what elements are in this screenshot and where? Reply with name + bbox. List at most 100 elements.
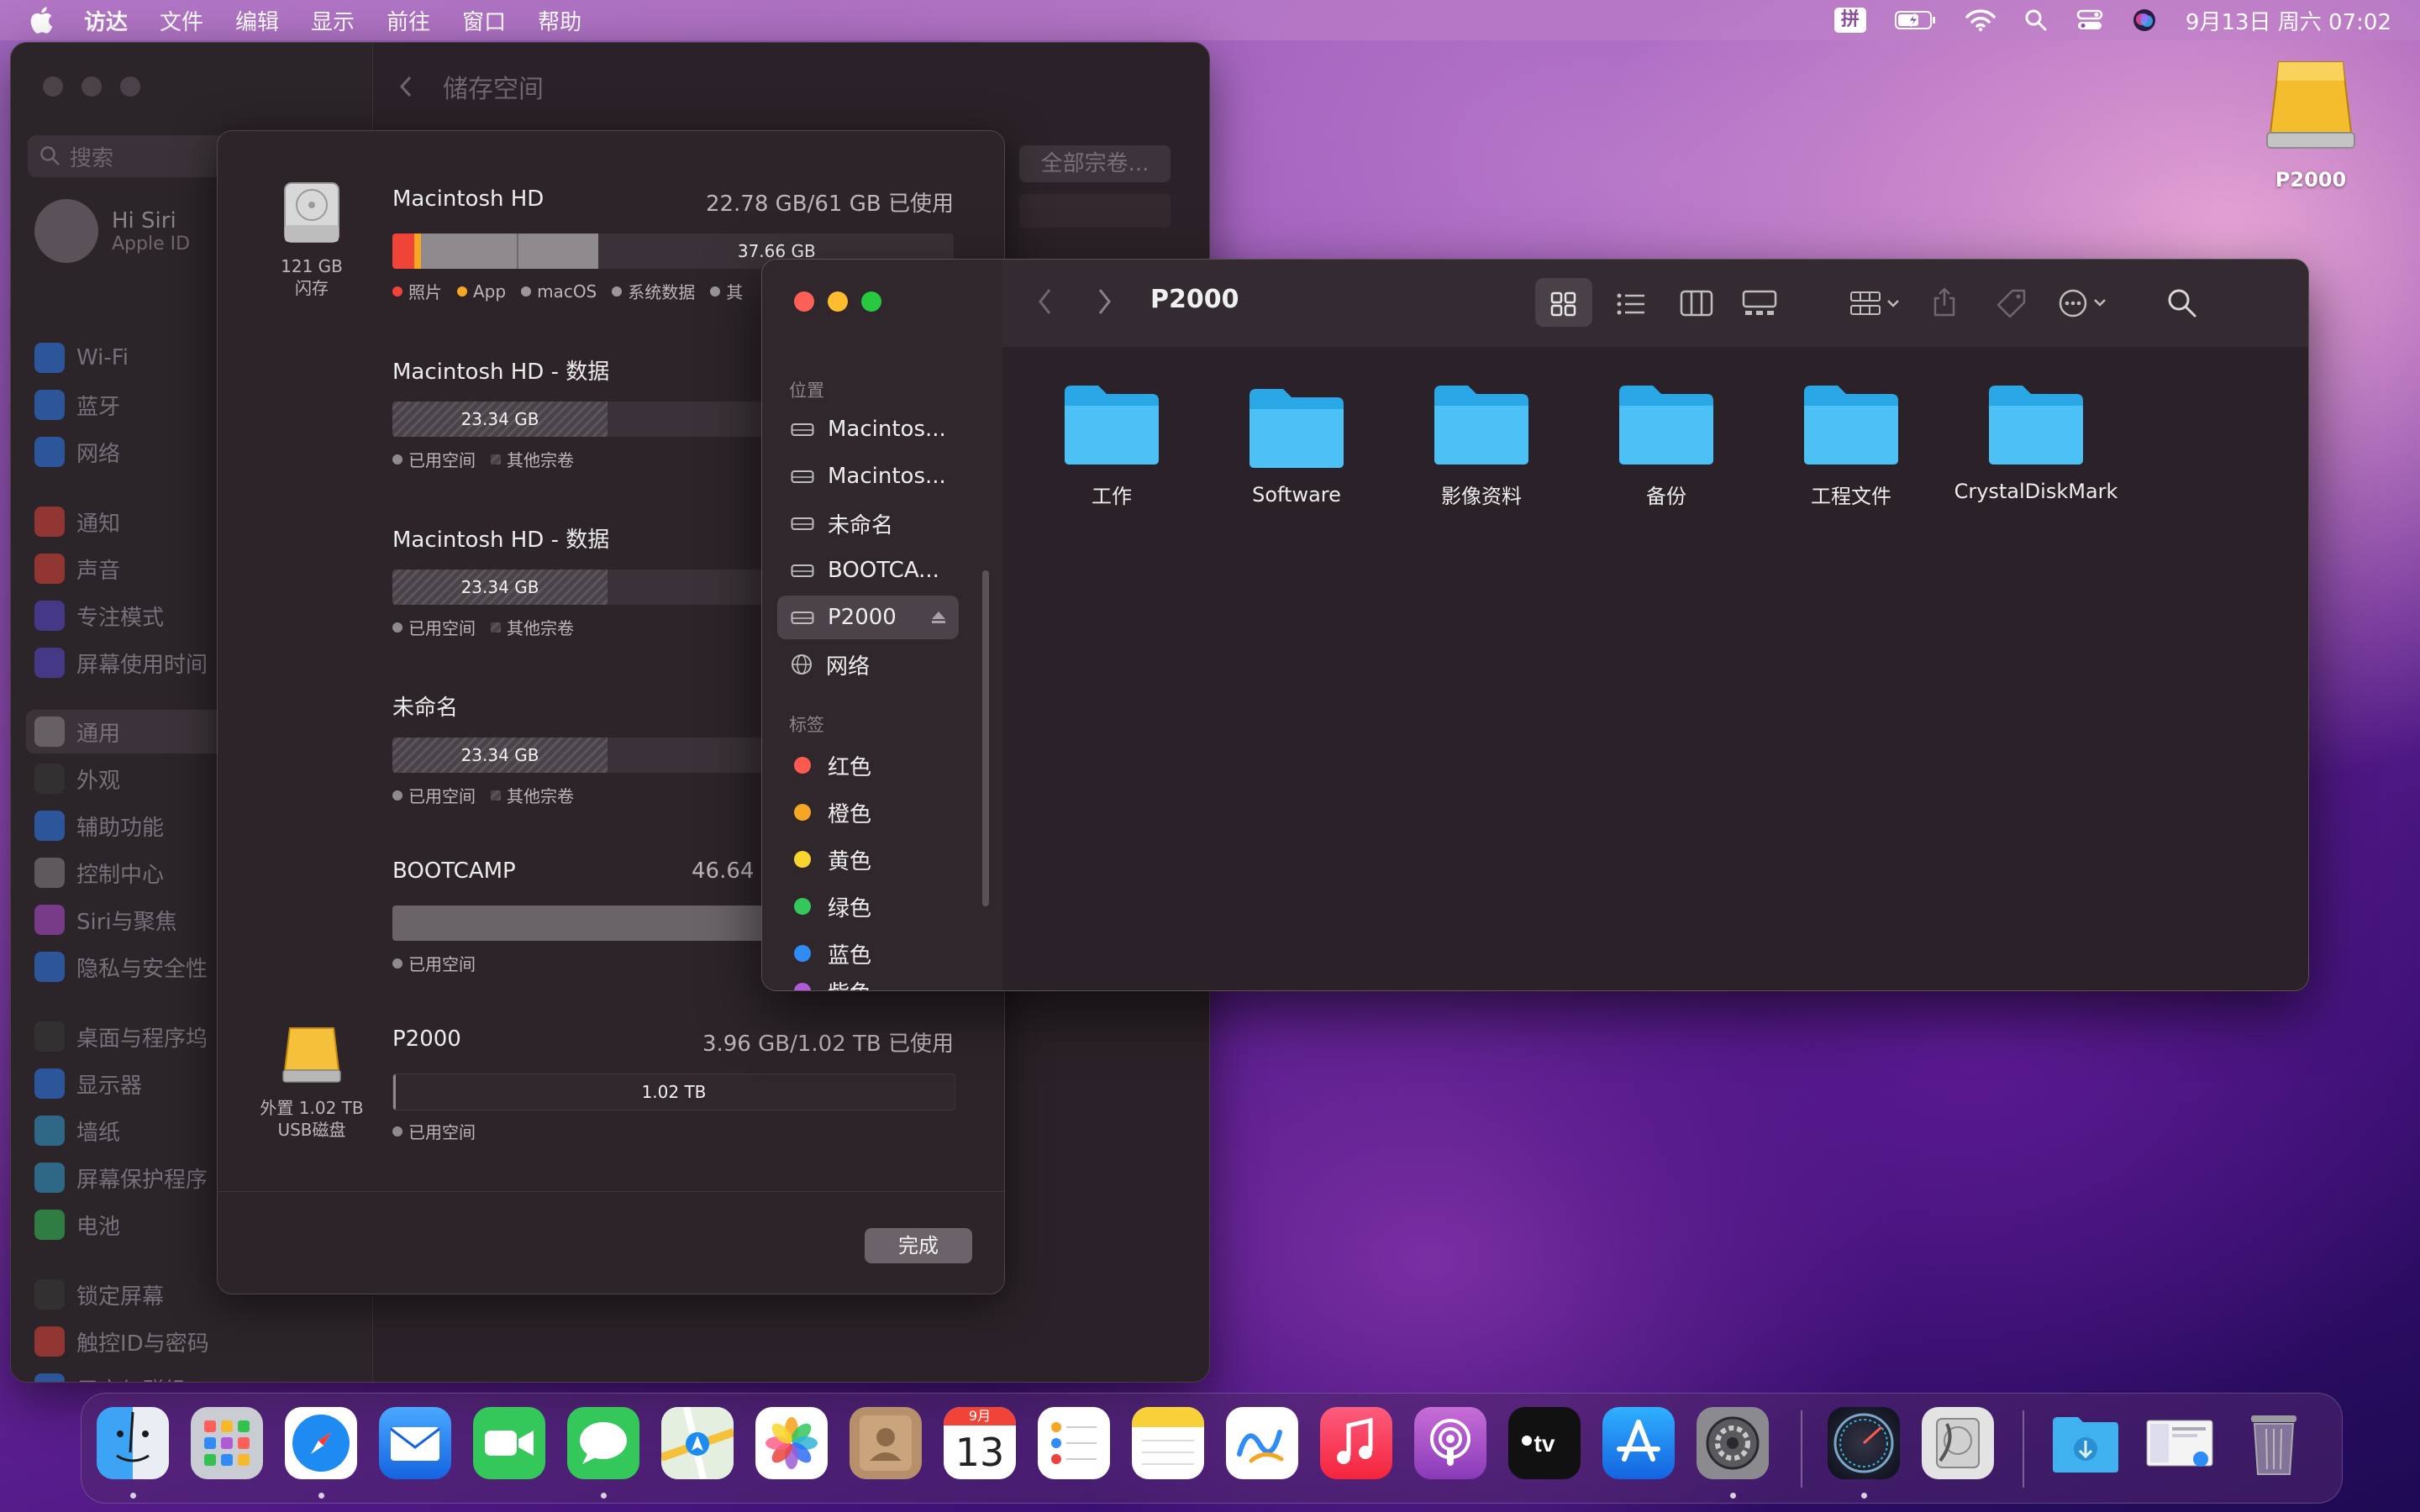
sidebar-item-network[interactable]: 网络 <box>777 643 959 686</box>
disk-utility-icon[interactable] <box>1922 1407 1994 1479</box>
menu-finder[interactable]: 访达 <box>84 5 128 36</box>
gallery-view-icon[interactable] <box>1742 290 1777 317</box>
sidebar-item-appearance[interactable]: 外观 <box>34 762 120 795</box>
launchpad-icon[interactable] <box>191 1407 263 1479</box>
settings-close-button[interactable] <box>43 76 63 97</box>
sidebar-item-wallpaper[interactable]: 墙纸 <box>34 1114 120 1147</box>
siri-icon[interactable] <box>2132 8 2157 33</box>
tag-icon[interactable] <box>1996 288 2028 320</box>
sidebar-item-macintosh-hd[interactable]: Macintos... <box>777 407 959 451</box>
folder-item[interactable]: 工程文件 <box>1759 381 1944 509</box>
photos-icon[interactable] <box>755 1407 828 1479</box>
folder-item[interactable]: 备份 <box>1574 381 1759 509</box>
input-method-indicator[interactable]: 拼 <box>1833 8 1866 33</box>
share-icon[interactable] <box>1932 286 1957 318</box>
safari-icon[interactable] <box>285 1407 357 1479</box>
sidebar-item-untitled[interactable]: 未命名 <box>777 501 959 545</box>
tv-icon[interactable]: tv <box>1508 1407 1581 1479</box>
sidebar-item-desktop-dock[interactable]: 桌面与程序坞 <box>34 1020 208 1053</box>
finder-zoom-button[interactable] <box>861 291 881 312</box>
menu-view[interactable]: 显示 <box>311 5 355 36</box>
freeform-icon[interactable] <box>1226 1407 1298 1479</box>
sidebar-item-general[interactable]: 通用 <box>26 710 236 753</box>
sidebar-item-sound[interactable]: 声音 <box>34 552 120 585</box>
speedometer-icon[interactable] <box>1828 1407 1900 1479</box>
sidebar-item-battery[interactable]: 电池 <box>34 1208 120 1242</box>
column-view-icon[interactable] <box>1680 290 1713 317</box>
apple-id-row[interactable]: Hi Siri Apple ID <box>34 199 190 263</box>
finder-minimize-button[interactable] <box>828 291 848 312</box>
sidebar-item-wifi[interactable]: Wi-Fi <box>34 341 129 375</box>
calendar-icon[interactable]: 9月 13 <box>944 1407 1016 1479</box>
app-store-icon[interactable] <box>1602 1407 1675 1479</box>
folder-item[interactable]: 影像资料 <box>1389 381 1574 509</box>
system-settings-icon[interactable] <box>1697 1407 1769 1479</box>
sidebar-item-notifications[interactable]: 通知 <box>34 505 120 538</box>
sidebar-item-accessibility[interactable]: 辅助功能 <box>34 809 164 843</box>
sidebar-item-users[interactable]: 用户与群组 <box>34 1372 186 1382</box>
tag-orange[interactable]: 橙色 <box>777 790 959 834</box>
mail-icon[interactable] <box>379 1407 451 1479</box>
downloads-icon[interactable] <box>2049 1407 2122 1479</box>
sidebar-item-screen-time[interactable]: 屏幕使用时间 <box>34 646 208 680</box>
menu-edit[interactable]: 编辑 <box>235 5 279 36</box>
folder-item[interactable]: CrystalDiskMark <box>1944 381 2128 503</box>
group-by-icon[interactable] <box>1849 290 1903 317</box>
menu-go[interactable]: 前往 <box>387 5 430 36</box>
messages-icon[interactable] <box>567 1407 639 1479</box>
music-icon[interactable] <box>1320 1407 1392 1479</box>
folder-item[interactable]: Software <box>1204 384 1389 507</box>
menubar-clock[interactable]: 9月13日 周六 07:02 <box>2186 5 2391 36</box>
sidebar-item-focus[interactable]: 专注模式 <box>34 599 164 633</box>
folder-item[interactable]: 工作 <box>1019 381 1204 509</box>
battery-icon[interactable] <box>1894 9 1937 31</box>
desktop-drive-p2000[interactable]: P2000 <box>2252 55 2370 192</box>
apple-menu-icon[interactable] <box>29 6 54 34</box>
sidebar-item-lock-screen[interactable]: 锁定屏幕 <box>34 1278 164 1311</box>
sidebar-item-screensaver[interactable]: 屏幕保护程序 <box>34 1161 208 1194</box>
tag-blue[interactable]: 蓝色 <box>777 932 959 975</box>
sidebar-item-displays[interactable]: 显示器 <box>34 1067 142 1100</box>
settings-minimize-button[interactable] <box>82 76 102 97</box>
back-chevron-icon[interactable] <box>397 74 414 99</box>
sidebar-scrollbar[interactable] <box>982 570 989 906</box>
sidebar-item-p2000[interactable]: P2000 <box>777 596 959 639</box>
sidebar-item-control-center[interactable]: 控制中心 <box>34 856 164 890</box>
sidebar-item-privacy[interactable]: 隐私与安全性 <box>34 950 208 984</box>
facetime-icon[interactable] <box>473 1407 545 1479</box>
more-actions-icon[interactable] <box>2058 288 2113 318</box>
finder-close-button[interactable] <box>794 291 814 312</box>
all-volumes-button[interactable]: 全部宗卷... <box>1019 145 1171 182</box>
tag-yellow[interactable]: 黄色 <box>777 837 959 881</box>
tag-purple[interactable]: 紫色 <box>777 979 959 990</box>
control-center-icon[interactable] <box>2076 8 2103 32</box>
notes-icon[interactable] <box>1132 1407 1204 1479</box>
finder-icon[interactable] <box>97 1407 169 1479</box>
sidebar-item-touch-id[interactable]: 触控ID与密码 <box>34 1325 209 1358</box>
tag-green[interactable]: 绿色 <box>777 885 959 928</box>
sidebar-item-network[interactable]: 网络 <box>34 435 120 469</box>
forward-chevron-icon[interactable] <box>1095 286 1113 317</box>
menu-file[interactable]: 文件 <box>160 5 203 36</box>
podcasts-icon[interactable] <box>1414 1407 1486 1479</box>
trash-icon[interactable] <box>2238 1407 2310 1479</box>
done-button[interactable]: 完成 <box>865 1228 972 1263</box>
menu-window[interactable]: 窗口 <box>462 5 506 36</box>
sidebar-item-siri[interactable]: Siri与聚焦 <box>34 903 177 937</box>
tag-red[interactable]: 红色 <box>777 743 959 787</box>
settings-zoom-button[interactable] <box>120 76 140 97</box>
sidebar-item-bluetooth[interactable]: 蓝牙 <box>34 388 120 422</box>
menu-help[interactable]: 帮助 <box>538 5 581 36</box>
eject-icon[interactable] <box>930 609 947 626</box>
back-chevron-icon[interactable] <box>1036 286 1055 317</box>
wifi-icon[interactable] <box>1965 8 1996 32</box>
sidebar-item-bootcamp[interactable]: BOOTCA... <box>777 549 959 592</box>
list-view-icon[interactable] <box>1616 291 1646 317</box>
search-icon[interactable] <box>2167 288 2197 318</box>
maps-icon[interactable] <box>660 1406 735 1480</box>
reminders-icon[interactable] <box>1038 1407 1110 1479</box>
screenshot-icon[interactable] <box>2144 1407 2216 1479</box>
sidebar-item-macintosh-hd-2[interactable]: Macintos... <box>777 454 959 498</box>
grid-view-icon[interactable] <box>1550 291 1577 317</box>
spotlight-search-icon[interactable] <box>2024 8 2048 32</box>
